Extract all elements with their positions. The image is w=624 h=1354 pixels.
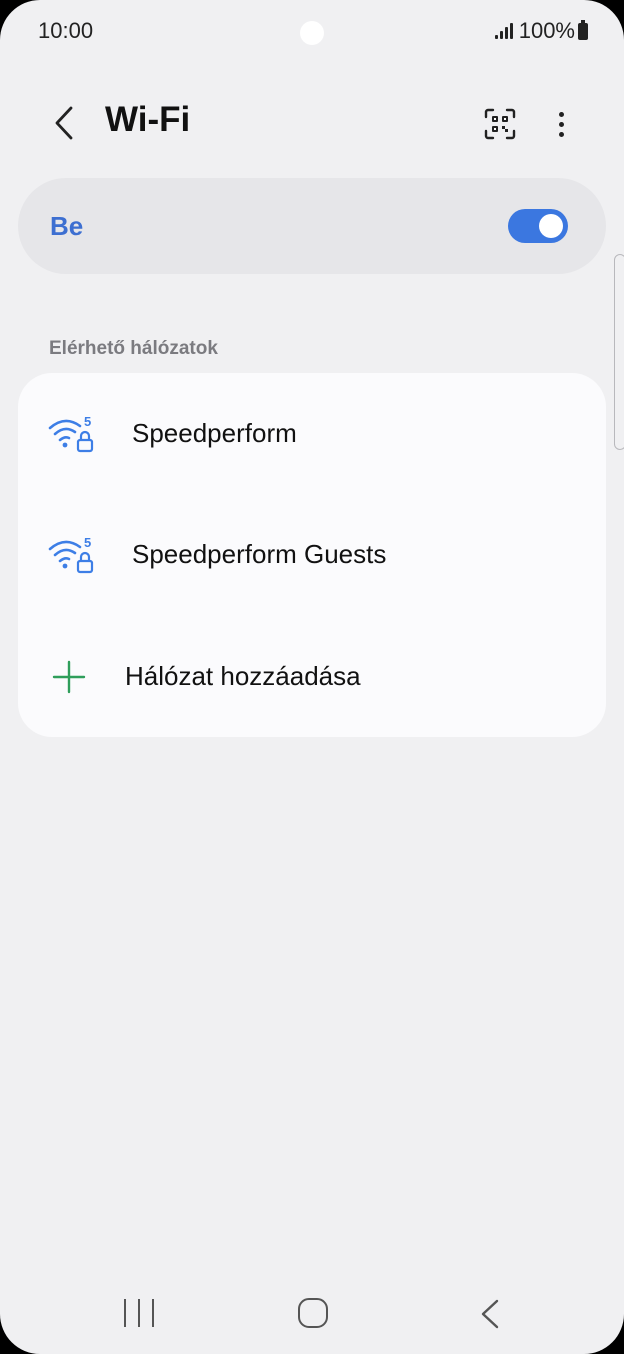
chevron-left-icon bbox=[55, 106, 73, 140]
more-vert-icon bbox=[558, 111, 564, 117]
svg-text:5: 5 bbox=[84, 414, 91, 429]
recents-button[interactable] bbox=[124, 1299, 154, 1329]
add-network-button[interactable]: Hálózat hozzáadása bbox=[18, 616, 606, 737]
more-options-button[interactable] bbox=[548, 104, 574, 144]
back-icon bbox=[481, 1299, 499, 1329]
nav-back-button[interactable] bbox=[478, 1298, 502, 1330]
status-indicators: 100% bbox=[494, 18, 588, 44]
page-title: Wi-Fi bbox=[105, 100, 191, 139]
home-button[interactable] bbox=[298, 1298, 328, 1328]
wifi-settings-screen: 10:00 100% Wi-Fi Be Elérhető hálózatok 5… bbox=[0, 0, 624, 1354]
svg-text:5: 5 bbox=[84, 535, 91, 550]
networks-list: 5 Speedperform 5 Speedperform Guests Hál… bbox=[18, 373, 606, 737]
wifi-toggle-row[interactable]: Be bbox=[18, 178, 606, 274]
battery-percent: 100% bbox=[518, 18, 575, 43]
back-button[interactable] bbox=[44, 100, 84, 146]
network-item[interactable]: 5 Speedperform bbox=[18, 373, 606, 494]
recents-icon bbox=[124, 1299, 126, 1327]
network-name: Speedperform bbox=[132, 418, 297, 448]
network-name: Speedperform Guests bbox=[132, 539, 387, 569]
wifi-5ghz-locked-icon: 5 bbox=[48, 414, 94, 452]
qr-scan-button[interactable] bbox=[480, 104, 520, 144]
status-time: 10:00 bbox=[38, 18, 94, 43]
wifi-switch[interactable] bbox=[508, 209, 568, 243]
wifi-5ghz-locked-icon: 5 bbox=[48, 535, 94, 573]
battery-icon bbox=[578, 19, 588, 40]
section-title: Elérhető hálózatok bbox=[49, 338, 218, 359]
add-network-label: Hálózat hozzáadása bbox=[125, 661, 361, 691]
qr-scan-icon bbox=[484, 108, 516, 140]
scrollbar[interactable] bbox=[614, 254, 624, 450]
wifi-toggle-label: Be bbox=[50, 211, 84, 241]
signal-icon bbox=[494, 23, 513, 39]
network-item[interactable]: 5 Speedperform Guests bbox=[18, 494, 606, 615]
switch-knob bbox=[539, 214, 563, 238]
plus-icon bbox=[52, 660, 86, 693]
front-camera bbox=[300, 21, 324, 45]
